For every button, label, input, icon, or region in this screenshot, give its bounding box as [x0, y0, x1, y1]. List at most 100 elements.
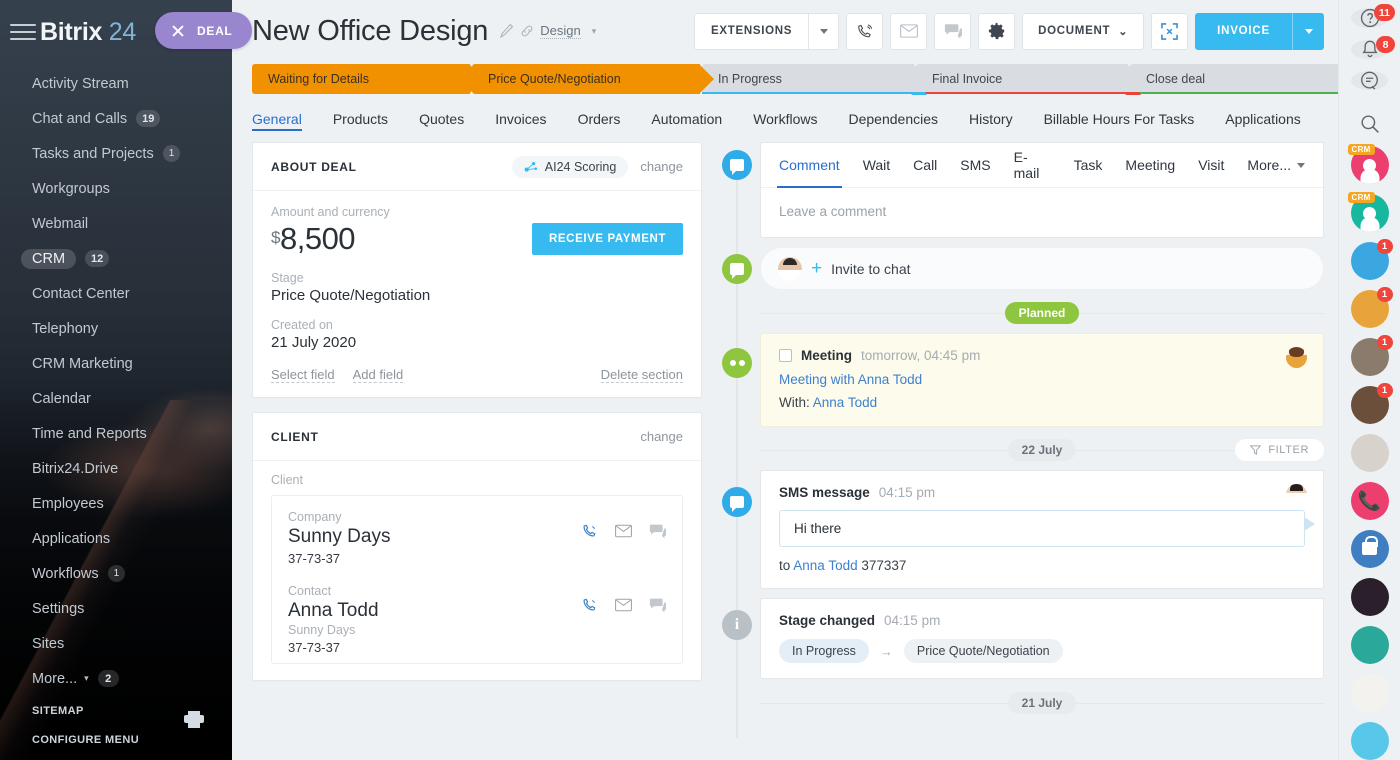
stage-in-progress[interactable]: In Progress — [702, 64, 914, 94]
stage-price-quote-negotiation[interactable]: Price Quote/Negotiation — [472, 64, 700, 94]
avatar-blue[interactable]: 1 — [1351, 242, 1389, 280]
call-button[interactable] — [846, 13, 883, 50]
hamburger-menu-icon[interactable] — [10, 23, 36, 41]
tab-orders[interactable]: Orders — [578, 103, 621, 134]
stage-waiting-for-details[interactable]: Waiting for Details — [252, 64, 470, 94]
stage-close-deal[interactable]: Close deal — [1130, 64, 1338, 94]
sidebar-item-time-and-reports[interactable]: Time and Reports — [0, 416, 232, 451]
app-logo[interactable]: Bitrix 24 — [40, 18, 136, 47]
add-field-link[interactable]: Add field — [353, 367, 404, 383]
chevron-down-icon[interactable]: ▾ — [592, 26, 597, 37]
design-tag-label[interactable]: Design — [540, 23, 580, 39]
avatar-lock-blue[interactable] — [1351, 530, 1389, 568]
sidebar-item-workgroups[interactable]: Workgroups — [0, 171, 232, 206]
phone-icon[interactable] — [581, 523, 598, 539]
activity-tab-wait[interactable]: Wait — [863, 143, 890, 188]
sidebar-item-tasks-and-projects[interactable]: Tasks and Projects1 — [0, 136, 232, 171]
avatar-fruit[interactable]: 1 — [1351, 290, 1389, 328]
sidebar-item-crm[interactable]: CRM12 — [0, 241, 232, 276]
tab-history[interactable]: History — [969, 103, 1013, 134]
activity-tab-task[interactable]: Task — [1074, 143, 1103, 188]
avatar-crm-teal[interactable]: CRM — [1351, 194, 1389, 232]
sidebar-item-contact-center[interactable]: Contact Center — [0, 276, 232, 311]
receive-payment-button[interactable]: RECEIVE PAYMENT — [532, 223, 683, 255]
search-button[interactable] — [1351, 114, 1388, 134]
sms-recipient-link[interactable]: Anna Todd — [793, 558, 857, 573]
printer-icon[interactable] — [184, 711, 204, 728]
contact-name[interactable]: Anna Todd — [288, 600, 581, 622]
messenger-button[interactable] — [1351, 71, 1388, 90]
stage-changed-block[interactable]: Stage changed 04:15 pm In Progress → Pri… — [760, 598, 1324, 679]
tab-quotes[interactable]: Quotes — [419, 103, 464, 134]
chat-button[interactable] — [934, 13, 971, 50]
sms-activity-block[interactable]: SMS message 04:15 pm Hi there to Anna To… — [760, 470, 1324, 589]
sidebar-item-activity-stream[interactable]: Activity Stream — [0, 66, 232, 101]
meeting-checkbox[interactable] — [779, 349, 792, 362]
extensions-dropdown-arrow[interactable] — [808, 14, 838, 49]
sidebar-item-chat-and-calls[interactable]: Chat and Calls19 — [0, 101, 232, 136]
tab-products[interactable]: Products — [333, 103, 388, 134]
sidebar-item-webmail[interactable]: Webmail — [0, 206, 232, 241]
company-name[interactable]: Sunny Days — [288, 526, 581, 548]
tab-general[interactable]: General — [252, 103, 302, 134]
activity-tab-e-mail[interactable]: E-mail — [1014, 143, 1051, 188]
sidebar-item-telephony[interactable]: Telephony — [0, 311, 232, 346]
about-deal-change-link[interactable]: change — [640, 159, 683, 174]
extensions-button[interactable]: EXTENSIONS — [694, 13, 839, 50]
tab-invoices[interactable]: Invoices — [495, 103, 546, 134]
expand-button[interactable] — [1151, 13, 1188, 50]
tab-automation[interactable]: Automation — [651, 103, 722, 134]
avatar-tree[interactable] — [1351, 674, 1389, 712]
sidebar-item-more[interactable]: More...▾2 — [0, 661, 232, 696]
avatar-lights[interactable] — [1351, 578, 1389, 616]
stage-final-invoice[interactable]: Final Invoice — [916, 64, 1128, 94]
invite-to-chat-row[interactable]: + Invite to chat — [760, 247, 1324, 290]
notifications-button[interactable]: 8 — [1351, 40, 1388, 59]
avatar-cloud-sky[interactable] — [1351, 722, 1389, 760]
activity-tab-visit[interactable]: Visit — [1198, 143, 1224, 188]
avatar-crm-pink[interactable]: CRM — [1351, 146, 1389, 184]
avatar-woman[interactable] — [1351, 434, 1389, 472]
avatar-photo[interactable]: 1 — [1351, 386, 1389, 424]
chat-icon[interactable] — [649, 597, 666, 613]
meeting-link[interactable]: Meeting with Anna Todd — [779, 372, 1305, 387]
chat-icon[interactable] — [649, 523, 666, 539]
phone-icon[interactable] — [581, 597, 598, 613]
document-button[interactable]: DOCUMENT ⌄ — [1022, 13, 1144, 50]
link-icon[interactable] — [520, 24, 534, 38]
sidebar-item-employees[interactable]: Employees — [0, 486, 232, 521]
invoice-button[interactable]: INVOICE — [1195, 13, 1324, 50]
avatar-group[interactable]: 1 — [1351, 338, 1389, 376]
invoice-dropdown-arrow[interactable] — [1292, 13, 1324, 50]
activity-tab-more[interactable]: More... — [1247, 143, 1305, 188]
sidebar-item-settings[interactable]: Settings — [0, 591, 232, 626]
sidebar-item-bitrix24-drive[interactable]: Bitrix24.Drive — [0, 451, 232, 486]
sidebar-item-applications[interactable]: Applications — [0, 521, 232, 556]
help-button[interactable]: 11 — [1351, 8, 1388, 28]
with-person-link[interactable]: Anna Todd — [813, 395, 877, 410]
email-icon[interactable] — [615, 597, 632, 613]
tab-dependencies[interactable]: Dependencies — [849, 103, 939, 134]
activity-tab-meeting[interactable]: Meeting — [1125, 143, 1175, 188]
settings-gear-button[interactable] — [978, 13, 1015, 50]
avatar-teal-pic[interactable] — [1351, 626, 1389, 664]
meeting-activity-block[interactable]: Meeting tomorrow, 04:45 pm Meeting with … — [760, 333, 1324, 427]
tab-applications[interactable]: Applications — [1225, 103, 1301, 134]
deal-close-pill[interactable]: DEAL — [155, 12, 252, 49]
activity-tab-sms[interactable]: SMS — [960, 143, 990, 188]
sidebar-item-crm-marketing[interactable]: CRM Marketing — [0, 346, 232, 381]
sidebar-item-configure-menu[interactable]: CONFIGURE MENU — [32, 725, 232, 754]
sidebar-item-sites[interactable]: Sites — [0, 626, 232, 661]
comment-input[interactable]: Leave a comment — [761, 188, 1323, 237]
edit-pencil-icon[interactable] — [500, 24, 514, 38]
activity-tab-call[interactable]: Call — [913, 143, 937, 188]
sidebar-item-calendar[interactable]: Calendar — [0, 381, 232, 416]
client-change-link[interactable]: change — [640, 429, 683, 444]
email-button[interactable] — [890, 13, 927, 50]
delete-section-link[interactable]: Delete section — [601, 367, 683, 383]
ai24-scoring-chip[interactable]: AI24 Scoring — [512, 156, 629, 178]
sidebar-item-workflows[interactable]: Workflows1 — [0, 556, 232, 591]
select-field-link[interactable]: Select field — [271, 367, 335, 383]
activity-tab-comment[interactable]: Comment — [779, 143, 840, 188]
tab-workflows[interactable]: Workflows — [753, 103, 817, 134]
